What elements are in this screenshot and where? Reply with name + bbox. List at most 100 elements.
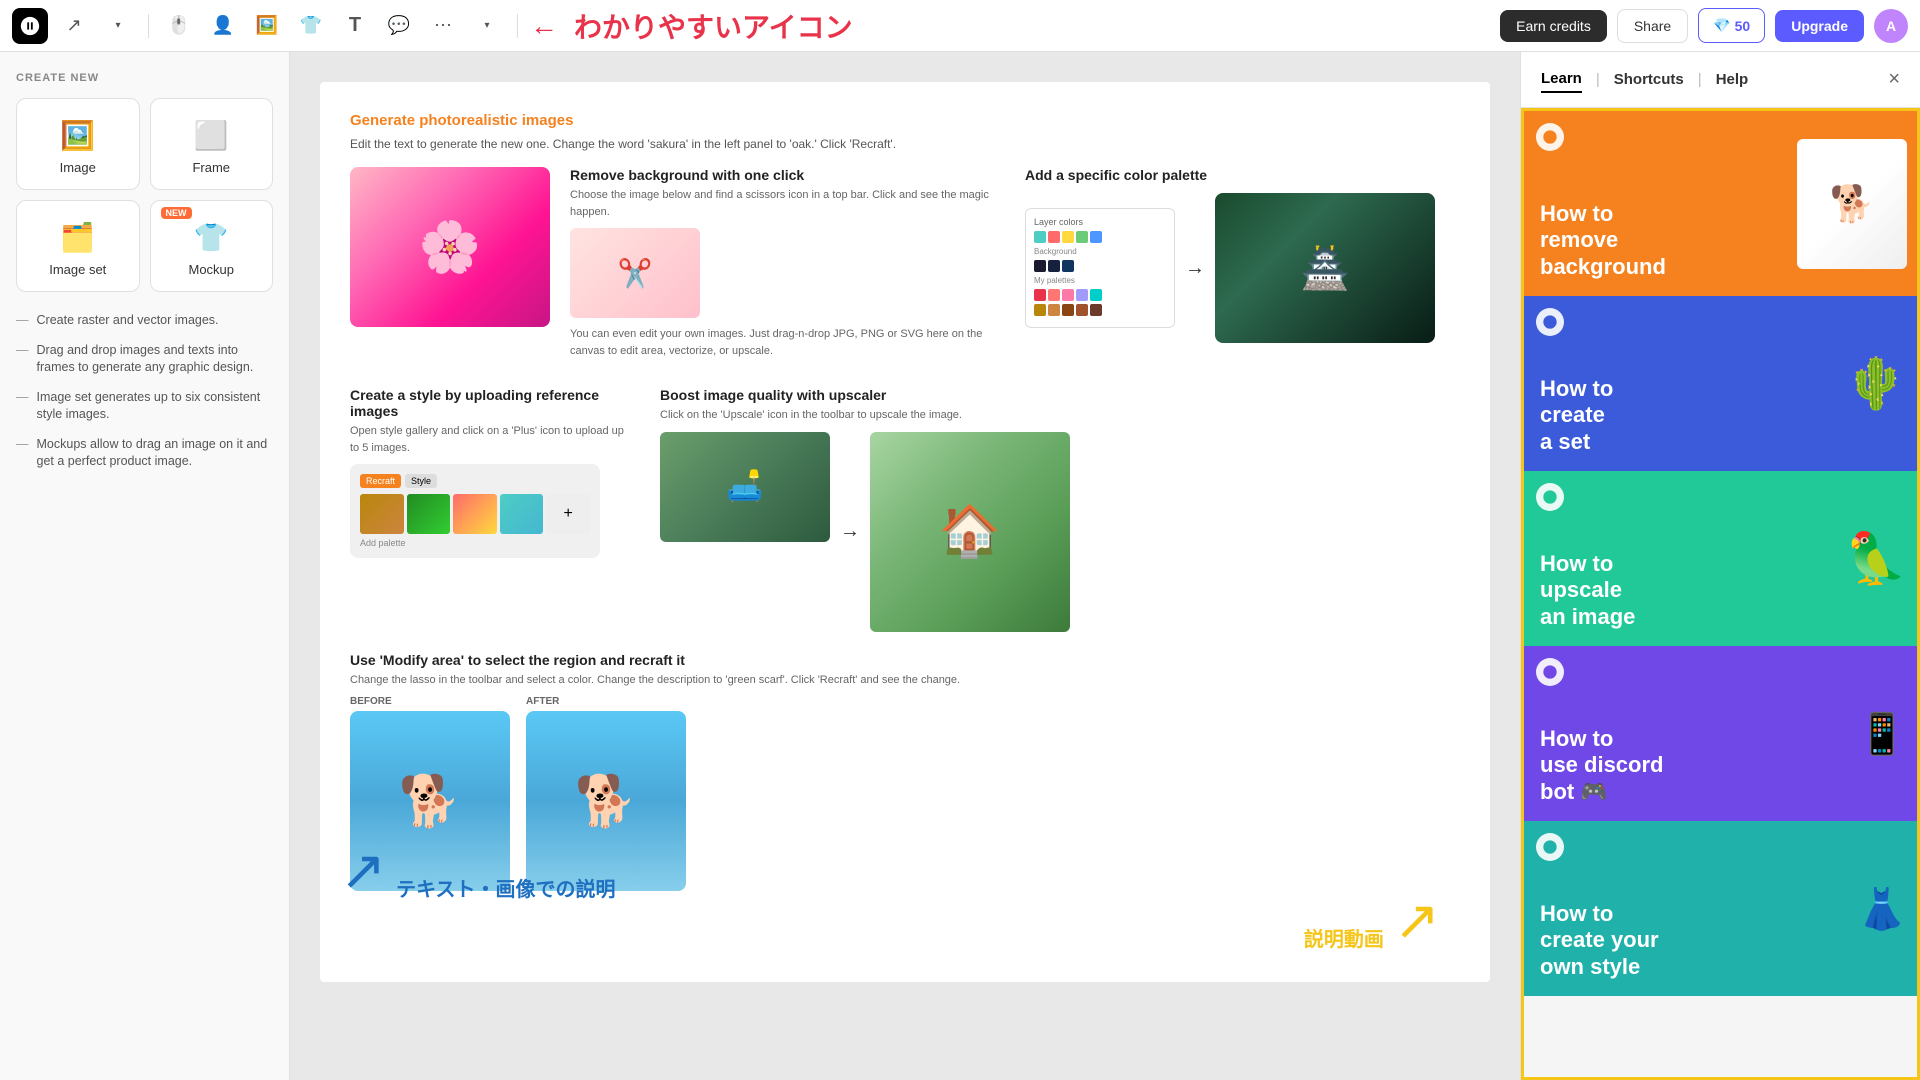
more-tool-dropdown[interactable]: ▾ bbox=[469, 8, 505, 44]
right-panel: Learn | Shortcuts | Help × 🐕 How toremov… bbox=[1520, 52, 1920, 1080]
yellow-arrow-icon: ↗ bbox=[1394, 888, 1440, 952]
card-logo-icon-5 bbox=[1536, 833, 1564, 861]
create-imageset-item[interactable]: 🗂️ Image set bbox=[16, 200, 140, 292]
desc-item-4: Mockups allow to drag an image on it and… bbox=[16, 436, 273, 471]
close-button[interactable]: × bbox=[1888, 68, 1900, 91]
nav-right-section: Earn credits Share 💎 50 Upgrade A bbox=[1500, 8, 1908, 43]
desc-item-3: Image set generates up to six consistent… bbox=[16, 389, 273, 424]
main-canvas[interactable]: Generate photorealistic images Edit the … bbox=[290, 52, 1520, 1080]
description-list: Create raster and vector images. Drag an… bbox=[16, 312, 273, 471]
card5-thumb: 👗 bbox=[1857, 885, 1907, 932]
scissors-preview: ✂️ bbox=[570, 228, 700, 318]
annotation-video-group: 説明動画 ↗ bbox=[1304, 888, 1440, 952]
style-gallery: Recraft Style + Add palette bbox=[350, 464, 600, 558]
blue-arrow-icon: ↗ bbox=[340, 838, 386, 902]
before-label: BEFORE bbox=[350, 696, 510, 707]
layer-colors-label: Layer colors bbox=[1034, 217, 1166, 227]
arrow-right-icon: → bbox=[1185, 257, 1205, 280]
more-tool[interactable]: ⋯ bbox=[425, 8, 461, 44]
new-badge: NEW bbox=[161, 207, 192, 219]
desc-item-1: Create raster and vector images. bbox=[16, 312, 273, 330]
tutorial-card-discord[interactable]: 📱 How touse discordbot 🎮 bbox=[1524, 646, 1917, 821]
annotation-video-jp: 説明動画 bbox=[1304, 923, 1384, 952]
generate-section: Generate photorealistic images Edit the … bbox=[350, 112, 1460, 891]
card-logo-icon-2 bbox=[1536, 308, 1564, 336]
card1-title: How toremovebackground bbox=[1540, 201, 1666, 280]
credits-count: 50 bbox=[1735, 18, 1751, 34]
arrow-icon: ← bbox=[530, 10, 558, 42]
upscale-desc: Click on the 'Upscale' icon in the toolb… bbox=[660, 407, 1460, 424]
create-frame-item[interactable]: ⬜ Frame bbox=[150, 98, 274, 190]
ancient-city-image: 🏯 bbox=[1215, 193, 1435, 343]
card3-title: How toupscalean image bbox=[1540, 551, 1635, 630]
user-tool[interactable]: 👤 bbox=[205, 8, 241, 44]
room-before-image: 🛋️ bbox=[660, 432, 830, 542]
tab-learn[interactable]: Learn bbox=[1541, 66, 1582, 93]
create-style-title: Create a style by uploading reference im… bbox=[350, 387, 630, 419]
card4-thumb: 📱 bbox=[1857, 710, 1907, 757]
frame-label: Frame bbox=[192, 160, 230, 175]
modify-title: Use 'Modify area' to select the region a… bbox=[350, 652, 1460, 668]
upgrade-button[interactable]: Upgrade bbox=[1775, 10, 1864, 42]
image-tool[interactable]: 🖼️ bbox=[249, 8, 285, 44]
tutorial-card-own-style[interactable]: 👗 How tocreate yourown style bbox=[1524, 821, 1917, 996]
select-tool[interactable]: ↗ bbox=[56, 8, 92, 44]
remove-bg-desc2: You can even edit your own images. Just … bbox=[570, 326, 1005, 359]
shapes-tool[interactable]: 👕 bbox=[293, 8, 329, 44]
tab-help[interactable]: Help bbox=[1716, 67, 1749, 92]
card2-title: How tocreatea set bbox=[1540, 376, 1613, 455]
tutorial-cards-list: 🐕 How toremovebackground 🌵 How tocreatea… bbox=[1521, 108, 1920, 1080]
image-label: Image bbox=[60, 160, 96, 175]
room-after-image: 🏠 bbox=[870, 432, 1070, 632]
modify-desc: Change the lasso in the toolbar and sele… bbox=[350, 672, 1460, 689]
earn-credits-button[interactable]: Earn credits bbox=[1500, 10, 1607, 42]
comment-tool[interactable]: 💬 bbox=[381, 8, 417, 44]
create-mockup-item[interactable]: NEW 👕 Mockup bbox=[150, 200, 274, 292]
nav-divider-2 bbox=[517, 14, 518, 38]
create-image-item[interactable]: 🖼️ Image bbox=[16, 98, 140, 190]
tutorial-card-remove-bg[interactable]: 🐕 How toremovebackground bbox=[1524, 111, 1917, 296]
card-logo-icon-3 bbox=[1536, 483, 1564, 511]
desc-item-2: Drag and drop images and texts into fram… bbox=[16, 342, 273, 377]
select-tool-dropdown[interactable]: ▾ bbox=[100, 8, 136, 44]
upscale-section: Boost image quality with upscaler Click … bbox=[660, 387, 1460, 632]
diamond-icon: 💎 bbox=[1713, 17, 1730, 34]
upscale-arrow: → bbox=[840, 520, 860, 543]
upscale-title: Boost image quality with upscaler bbox=[660, 387, 1460, 403]
imageset-icon: 🗂️ bbox=[60, 221, 95, 254]
mockup-icon: 👕 bbox=[194, 221, 229, 254]
tutorial-card-upscale[interactable]: 🦜 How toupscalean image bbox=[1524, 471, 1917, 646]
generate-subtitle: Edit the text to generate the new one. C… bbox=[350, 135, 1460, 153]
create-style-section: Create a style by uploading reference im… bbox=[350, 387, 630, 632]
text-tool[interactable]: T bbox=[337, 8, 373, 44]
tutorial-card-create-set[interactable]: 🌵 How tocreatea set bbox=[1524, 296, 1917, 471]
annotation-text-group: ↗ テキスト・画像での説明 bbox=[340, 838, 616, 902]
create-style-desc: Open style gallery and click on a 'Plus'… bbox=[350, 423, 630, 456]
tab-separator-1: | bbox=[1596, 71, 1600, 88]
card5-title: How tocreate yourown style bbox=[1540, 901, 1659, 980]
card1-thumb: 🐕 bbox=[1797, 139, 1907, 269]
after-label: AFTER bbox=[526, 696, 686, 707]
remove-bg-title: Remove background with one click bbox=[570, 167, 1005, 183]
navbar: ↗ ▾ 🖱️ 👤 🖼️ 👕 T 💬 ⋯ ▾ ← わかりやすいアイコン Earn … bbox=[0, 0, 1920, 52]
canvas-content: Generate photorealistic images Edit the … bbox=[320, 82, 1490, 982]
avatar[interactable]: A bbox=[1874, 9, 1908, 43]
nav-divider-1 bbox=[148, 14, 149, 38]
annotation-text-jp: テキスト・画像での説明 bbox=[396, 873, 615, 902]
card4-title: How touse discordbot 🎮 bbox=[1540, 726, 1663, 805]
card-logo-icon-4 bbox=[1536, 658, 1564, 686]
card3-thumb: 🦜 bbox=[1845, 529, 1907, 588]
credits-button[interactable]: 💎 50 bbox=[1698, 8, 1765, 43]
tab-shortcuts[interactable]: Shortcuts bbox=[1614, 67, 1684, 92]
frame-icon: ⬜ bbox=[194, 119, 229, 152]
right-panel-header: Learn | Shortcuts | Help × bbox=[1521, 52, 1920, 108]
palette-ui: Layer colors Background bbox=[1025, 208, 1175, 328]
cherry-image: 🌸 bbox=[350, 167, 550, 327]
remove-bg-desc: Choose the image below and find a scisso… bbox=[570, 187, 1005, 220]
create-grid: 🖼️ Image ⬜ Frame 🗂️ Image set NEW 👕 Mock… bbox=[16, 98, 273, 292]
logo-button[interactable] bbox=[12, 8, 48, 44]
card2-thumb: 🌵 bbox=[1845, 354, 1907, 413]
card-logo-icon-1 bbox=[1536, 123, 1564, 151]
pointer-tool[interactable]: 🖱️ bbox=[161, 8, 197, 44]
share-button[interactable]: Share bbox=[1617, 9, 1688, 43]
